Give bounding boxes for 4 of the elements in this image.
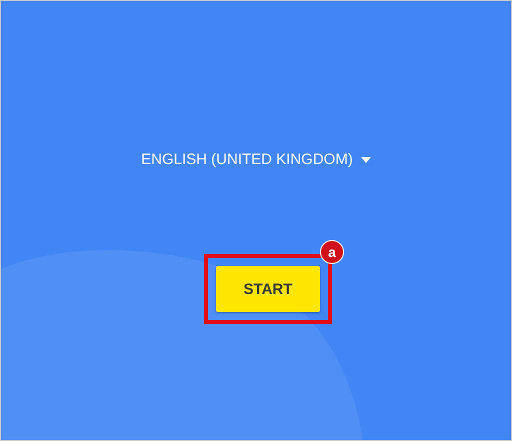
caret-icon (360, 156, 371, 162)
language-dropdown[interactable]: ENGLISH (UNITED KINGDOM) (137, 149, 375, 170)
start-button[interactable]: START (216, 266, 320, 312)
annotation-badge: a (320, 240, 344, 264)
